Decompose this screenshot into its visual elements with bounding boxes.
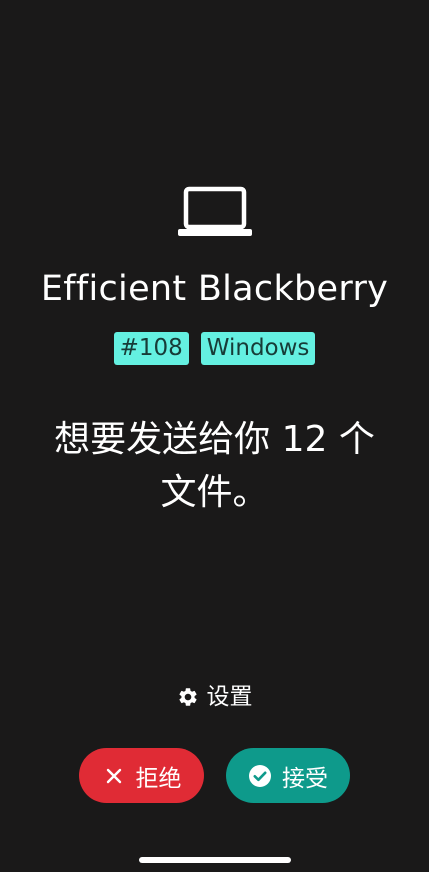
check-circle-icon — [249, 764, 271, 787]
transfer-message: 想要发送给你 12 个 文件。 — [20, 413, 409, 519]
device-os-badge: Windows — [200, 332, 316, 365]
decline-button[interactable]: 拒绝 — [79, 748, 204, 803]
transfer-message-line-1: 想要发送给你 12 个 — [54, 419, 375, 460]
gear-icon — [178, 688, 197, 706]
device-badges: #108 Windows — [0, 332, 429, 365]
home-indicator[interactable] — [139, 857, 291, 863]
device-name: Efficient Blackberry — [40, 269, 389, 309]
laptop-icon — [178, 186, 252, 236]
incoming-transfer-screen: Efficient Blackberry #108 Windows 想要发送给你… — [0, 0, 429, 872]
accept-label: 接受 — [282, 765, 328, 792]
settings-label: 设置 — [206, 684, 253, 710]
close-icon — [106, 768, 121, 783]
decline-label: 拒绝 — [135, 765, 182, 792]
device-id-badge: #108 — [113, 332, 189, 365]
transfer-message-line-2: 文件。 — [160, 472, 269, 513]
settings-button[interactable]: 设置 — [0, 680, 429, 714]
accept-button[interactable]: 接受 — [226, 748, 350, 803]
